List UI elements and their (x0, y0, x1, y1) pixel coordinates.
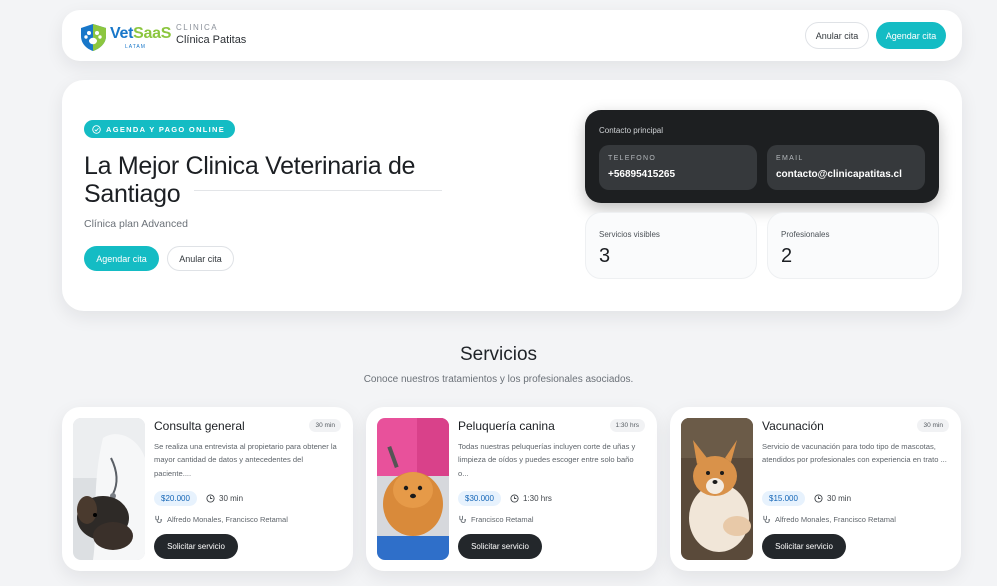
stat-value: 2 (781, 245, 793, 267)
email-value[interactable]: contacto@clinicapatitas.cl (776, 169, 902, 180)
service-name: Consulta general (154, 419, 245, 433)
duration-pill: 30 min (309, 419, 341, 432)
duration-info: 1:30 hrs (510, 494, 552, 503)
email-box: EMAIL contacto@clinicapatitas.cl (767, 145, 925, 190)
service-photo-dog-grooming (377, 418, 449, 560)
logo-subtitle: LATAM (125, 44, 146, 50)
title-divider (194, 190, 442, 191)
paw-shield-icon (81, 24, 106, 51)
stat-value: 3 (599, 245, 611, 267)
hero-card: AGENDA Y PAGO ONLINE La Mejor Clinica Ve… (62, 80, 962, 311)
hero-book-appointment-button[interactable]: Agendar cita (84, 246, 159, 271)
service-photo-vet-consult (73, 418, 145, 560)
professionals-info: Alfredo Monales, Francisco Retamal (154, 515, 288, 524)
clinic-name: Clínica Patitas (176, 34, 247, 46)
service-card-consulta-general[interactable]: Consulta general 30 min Se realiza una e… (62, 407, 353, 571)
professionals-stat: Profesionales 2 (767, 212, 939, 279)
hero-cancel-appointment-button[interactable]: Anular cita (167, 246, 234, 271)
stethoscope-icon (763, 515, 771, 523)
duration-pill: 30 min (917, 419, 949, 432)
contact-title: Contacto principal (599, 126, 664, 135)
main-contact-card: Contacto principal TELEFONO +56895415265… (585, 110, 939, 203)
request-service-button[interactable]: Solicitar servicio (762, 534, 846, 559)
service-photo-corgi-vaccination (681, 418, 753, 560)
duration-value: 30 min (219, 494, 244, 503)
stat-label: Servicios visibles (599, 230, 660, 239)
check-circle-icon (92, 124, 101, 134)
clock-icon (206, 494, 215, 503)
price-badge: $30.000 (458, 491, 501, 506)
stethoscope-icon (459, 515, 467, 523)
service-description: Servicio de vacunación para todo tipo de… (762, 442, 947, 465)
services-title: Servicios (459, 344, 538, 365)
online-booking-badge: AGENDA Y PAGO ONLINE (84, 120, 236, 138)
price-badge: $20.000 (154, 491, 197, 506)
service-card-peluqueria-canina[interactable]: Peluquería canina 1:30 hrs Todas nuestra… (366, 407, 657, 571)
logo-wordmark: VetSaaS (110, 25, 172, 42)
stethoscope-icon (155, 515, 163, 523)
phone-value[interactable]: +56895415265 (608, 169, 675, 180)
hero-subtitle: Clínica plan Advanced (84, 218, 188, 230)
duration-info: 30 min (814, 494, 851, 503)
service-name: Vacunación (762, 419, 824, 433)
clock-icon (814, 494, 823, 503)
email-label: EMAIL (776, 155, 804, 162)
duration-value: 30 min (827, 494, 852, 503)
phone-box: TELEFONO +56895415265 (599, 145, 757, 190)
visible-services-stat: Servicios visibles 3 (585, 212, 757, 279)
stat-label: Profesionales (781, 230, 830, 239)
price-badge: $15.000 (762, 491, 805, 506)
duration-value: 1:30 hrs (523, 494, 552, 503)
vetsaas-logo[interactable]: VetSaaS LATAM (78, 21, 172, 53)
professionals-names: Alfredo Monales, Francisco Retamal (775, 515, 896, 524)
hero-title: La Mejor Clinica Veterinaria de Santiago (84, 152, 416, 208)
top-navbar: VetSaaS LATAM CLINICA Clínica Patitas An… (62, 10, 962, 61)
professionals-info: Francisco Retamal (458, 515, 534, 524)
phone-label: TELEFONO (608, 155, 657, 162)
badge-label: AGENDA Y PAGO ONLINE (106, 124, 226, 134)
services-subtitle: Conoce nuestros tratamientos y los profe… (363, 374, 634, 385)
service-name: Peluquería canina (458, 419, 555, 433)
request-service-button[interactable]: Solicitar servicio (458, 534, 542, 559)
professionals-names: Francisco Retamal (471, 515, 534, 524)
request-service-button[interactable]: Solicitar servicio (154, 534, 238, 559)
service-description: Todas nuestras peluquerías incluyen cort… (458, 442, 636, 478)
service-card-vacunacion[interactable]: Vacunación 30 min Servicio de vacunación… (670, 407, 961, 571)
professionals-info: Alfredo Monales, Francisco Retamal (762, 515, 896, 524)
header-book-appointment-button[interactable]: Agendar cita (876, 22, 946, 49)
professionals-names: Alfredo Monales, Francisco Retamal (167, 515, 288, 524)
duration-pill: 1:30 hrs (609, 419, 645, 432)
clinic-label: CLINICA (176, 23, 219, 32)
duration-info: 30 min (206, 494, 243, 503)
service-description: Se realiza una entrevista al propietario… (154, 442, 337, 478)
clock-icon (510, 494, 519, 503)
header-cancel-appointment-button[interactable]: Anular cita (805, 22, 869, 49)
